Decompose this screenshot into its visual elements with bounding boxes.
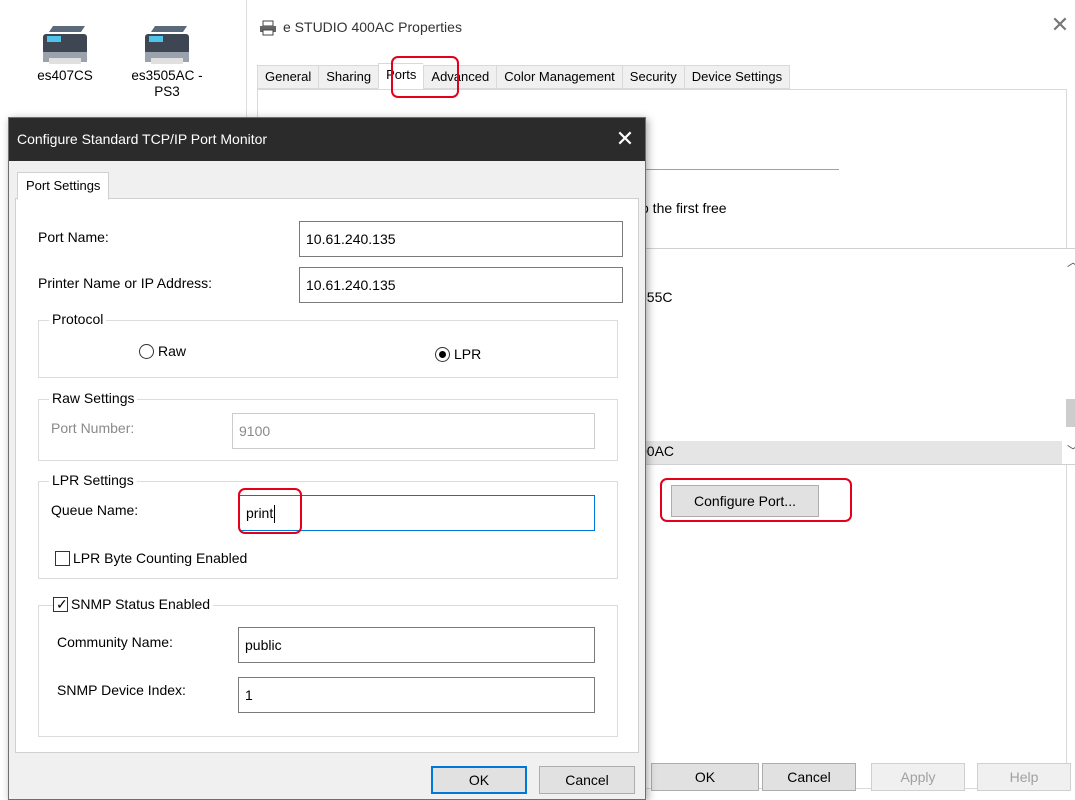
dialog-title: Configure Standard TCP/IP Port Monitor — [17, 131, 268, 147]
scrollbar-thumb[interactable] — [1066, 399, 1075, 427]
printer-icon — [260, 20, 276, 36]
separator — [639, 169, 839, 170]
raw-settings-group: Raw Settings Port Number: 9100 — [38, 390, 618, 461]
snmp-device-index-input[interactable]: 1 — [238, 677, 595, 713]
printer-name-input[interactable]: 10.61.240.135 — [299, 267, 623, 303]
selected-row[interactable] — [631, 441, 1063, 464]
queue-name-value: print — [246, 505, 274, 521]
tab-ports[interactable]: Ports — [378, 63, 424, 89]
snmp-status-label: SNMP Status Enabled — [71, 596, 211, 612]
radio-selected-icon — [435, 346, 450, 362]
tab-device-settings[interactable]: Device Settings — [683, 65, 791, 89]
help-button[interactable]: Help — [977, 763, 1071, 791]
lpr-byte-counting-label: LPR Byte Counting Enabled — [73, 550, 248, 566]
desktop-icon-es407cs[interactable]: es407CS — [10, 22, 120, 84]
text-caret — [274, 505, 276, 524]
apply-button[interactable]: Apply — [871, 763, 965, 791]
close-icon[interactable]: ✕ — [609, 124, 641, 154]
checkbox-icon — [55, 550, 70, 566]
printer-icon — [145, 26, 189, 64]
snmp-group: ✓ SNMP Status Enabled Community Name: pu… — [38, 596, 618, 737]
port-settings-panel: Port Name: 10.61.240.135 Printer Name or… — [15, 198, 639, 753]
port-name-label: Port Name: — [38, 229, 109, 245]
lpr-byte-counting-checkbox[interactable]: LPR Byte Counting Enabled — [55, 550, 247, 566]
chevron-up-icon[interactable]: ︿ — [1062, 251, 1075, 273]
protocol-group-title: Protocol — [49, 311, 107, 327]
port-number-input[interactable]: 9100 — [232, 413, 595, 449]
ports-description: o the first free — [641, 200, 727, 216]
lpr-settings-group: LPR Settings Queue Name: print LPR Byte … — [38, 472, 618, 579]
window-title: e STUDIO 400AC Properties — [283, 19, 462, 35]
snmp-status-checkbox[interactable]: ✓ SNMP Status Enabled — [53, 596, 214, 612]
printer-icon — [43, 26, 87, 64]
port-number-label: Port Number: — [51, 420, 135, 436]
close-icon[interactable]: ✕ — [1045, 10, 1075, 40]
configure-port-dialog: Configure Standard TCP/IP Port Monitor ✕… — [8, 117, 646, 800]
dialog-ok-button[interactable]: OK — [431, 766, 527, 794]
dialog-cancel-button[interactable]: Cancel — [539, 766, 635, 794]
community-name-input[interactable]: public — [238, 627, 595, 663]
lpr-radio[interactable]: LPR — [435, 346, 481, 362]
port-name-input[interactable]: 10.61.240.135 — [299, 221, 623, 257]
tab-color-management[interactable]: Color Management — [496, 65, 622, 89]
checkbox-checked-icon: ✓ — [53, 596, 68, 612]
tab-security[interactable]: Security — [621, 65, 684, 89]
desktop-icon-label: es3505AC - — [131, 68, 203, 83]
chevron-down-icon[interactable]: ﹀ — [1062, 440, 1075, 462]
raw-settings-title: Raw Settings — [49, 390, 138, 406]
printer-name-label: Printer Name or IP Address: — [38, 275, 213, 291]
tab-general[interactable]: General — [257, 65, 319, 89]
desktop-icon-es3505ac[interactable]: es3505AC - PS3 — [112, 22, 222, 100]
tab-port-settings[interactable]: Port Settings — [17, 172, 110, 200]
configure-port-button[interactable]: Configure Port... — [671, 485, 819, 517]
desktop-icon-label-line2: PS3 — [154, 84, 180, 99]
raw-radio-label: Raw — [158, 343, 187, 359]
queue-name-label: Queue Name: — [51, 502, 139, 518]
tab-advanced[interactable]: Advanced — [423, 65, 497, 89]
community-name-label: Community Name: — [57, 634, 173, 650]
dialog-titlebar: Configure Standard TCP/IP Port Monitor ✕ — [9, 118, 645, 161]
raw-radio[interactable]: Raw — [139, 343, 186, 359]
port-list[interactable]: 555C 00AC ︿ ﹀ — [630, 248, 1075, 465]
ok-button[interactable]: OK — [651, 763, 759, 791]
desktop-icon-label: es407CS — [37, 68, 93, 83]
queue-name-input[interactable]: print — [239, 495, 595, 531]
snmp-device-index-label: SNMP Device Index: — [57, 682, 186, 698]
lpr-radio-label: LPR — [454, 346, 482, 362]
vertical-scrollbar[interactable]: ︿ ﹀ — [1062, 249, 1075, 464]
radio-icon — [139, 343, 154, 359]
cancel-button[interactable]: Cancel — [762, 763, 856, 791]
protocol-group: Protocol Raw LPR — [38, 311, 618, 378]
tab-strip: General Sharing Ports Advanced Color Man… — [257, 63, 791, 89]
lpr-settings-title: LPR Settings — [49, 472, 137, 488]
tab-sharing[interactable]: Sharing — [318, 65, 379, 89]
